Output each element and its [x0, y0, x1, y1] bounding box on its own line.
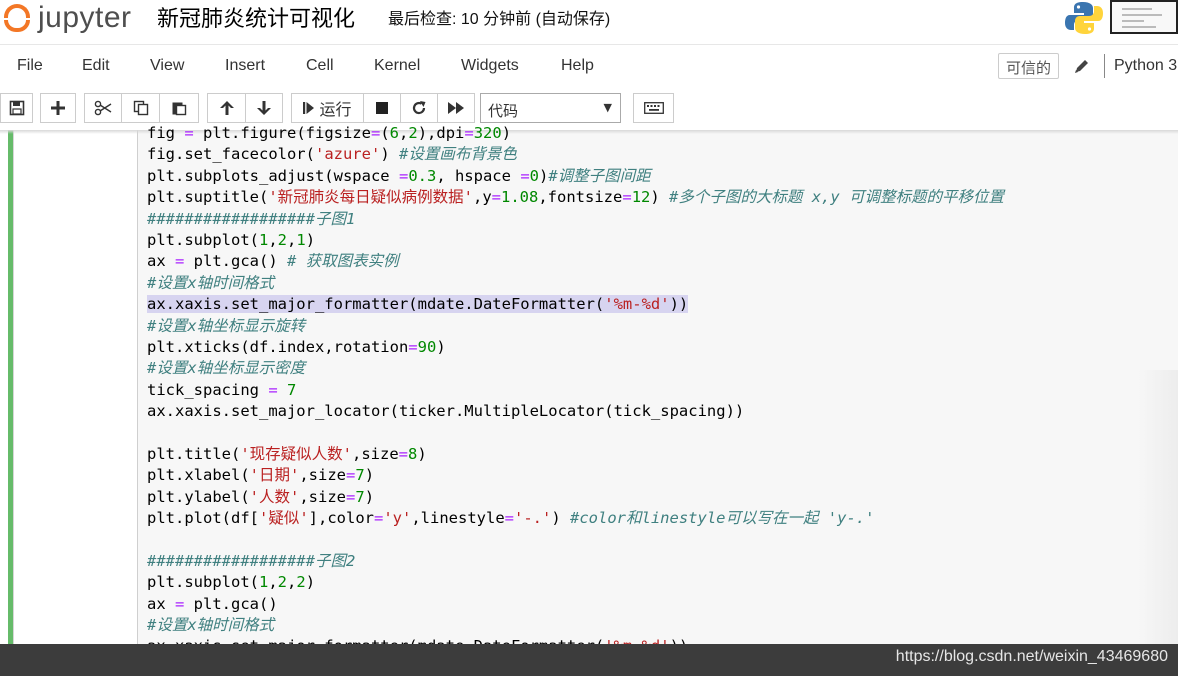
code-line[interactable]: plt.plot(df['疑似'],color='y',linestyle='-… — [147, 508, 1004, 529]
scissors-icon — [94, 100, 112, 116]
watermark-url: https://blog.csdn.net/weixin_43469680 — [895, 648, 1168, 665]
restart-button[interactable] — [400, 93, 438, 123]
paste-icon — [172, 102, 187, 116]
cell-type-select[interactable]: 代码 ▼ — [480, 93, 621, 123]
arrow-up-icon — [219, 101, 234, 115]
code-line[interactable]: plt.xlabel('日期',size=7) — [147, 465, 1004, 486]
command-palette-button[interactable] — [633, 93, 674, 123]
menu-insert[interactable]: Insert — [225, 57, 265, 75]
menu-widgets[interactable]: Widgets — [461, 57, 519, 75]
run-button[interactable]: 运行 — [291, 93, 364, 123]
code-editor[interactable]: fig = plt.figure(figsize=(6,2),dpi=320) f… — [147, 123, 1004, 658]
code-line[interactable]: plt.ylabel('人数',size=7) — [147, 487, 1004, 508]
menu-cell[interactable]: Cell — [306, 57, 334, 75]
checkpoint-status: 最后检查: 10 分钟前 (自动保存) — [388, 11, 611, 28]
bottom-bar: https://blog.csdn.net/weixin_43469680 — [0, 644, 1178, 676]
save-icon — [9, 100, 24, 116]
paste-button[interactable] — [159, 93, 199, 123]
kernel-separator — [1104, 54, 1105, 78]
pencil-icon[interactable] — [1073, 57, 1091, 75]
stop-icon — [376, 102, 388, 114]
menu-view[interactable]: View — [150, 57, 184, 75]
step-forward-icon — [303, 102, 315, 114]
fast-forward-icon — [448, 102, 464, 114]
keyboard-icon — [643, 102, 664, 114]
menu-file[interactable]: File — [17, 57, 43, 75]
menu-bar: File Edit View Insert Cell Kernel Widget… — [0, 45, 1178, 86]
cell-border — [13, 130, 14, 644]
arrow-down-icon — [257, 101, 271, 115]
code-line[interactable]: ##################子图1 — [147, 209, 1004, 230]
code-line[interactable]: plt.subplots_adjust(wspace =0.3, hspace … — [147, 166, 1004, 187]
trusted-badge[interactable]: 可信的 — [998, 53, 1060, 79]
code-line[interactable]: ax.xaxis.set_major_formatter(mdate.DateF… — [147, 294, 1004, 315]
code-line[interactable]: ax.xaxis.set_major_locator(ticker.Multip… — [147, 401, 1004, 422]
code-line[interactable]: ax = plt.gca() # 获取图表实例 — [147, 251, 1004, 272]
code-line[interactable]: ax = plt.gca() — [147, 594, 1004, 615]
copy-icon — [133, 100, 148, 116]
run-label: 运行 — [319, 102, 352, 119]
interrupt-button[interactable] — [363, 93, 401, 123]
copy-button[interactable] — [121, 93, 160, 123]
move-up-button[interactable] — [207, 93, 246, 123]
code-line[interactable]: ​ — [147, 529, 1004, 550]
logo-text: jupyter — [38, 1, 132, 34]
scroll-shadow — [1138, 370, 1178, 644]
notebook-title[interactable]: 新冠肺炎统计可视化 — [157, 1, 355, 33]
code-line[interactable]: plt.xticks(df.index,rotation=90) — [147, 337, 1004, 358]
insert-cell-button[interactable] — [40, 93, 76, 123]
code-line[interactable]: #设置x轴坐标显示旋转 — [147, 316, 1004, 337]
menu-help[interactable]: Help — [561, 57, 594, 75]
code-line[interactable]: plt.title('现存疑似人数',size=8) — [147, 444, 1004, 465]
window-thumbnail — [1110, 0, 1178, 34]
menu-kernel[interactable]: Kernel — [374, 57, 420, 75]
code-line[interactable]: plt.subplot(1,2,2) — [147, 572, 1004, 593]
jupyter-logo[interactable]: jupyter — [2, 0, 132, 36]
python-logo-icon — [1065, 2, 1103, 34]
refresh-icon — [412, 101, 426, 115]
code-line[interactable]: #设置x轴时间格式 — [147, 273, 1004, 294]
kernel-name[interactable]: Python 3 — [1114, 57, 1177, 75]
code-line[interactable]: fig.set_facecolor('azure') #设置画布背景色 — [147, 144, 1004, 165]
header: jupyter 新冠肺炎统计可视化 最后检查: 10 分钟前 (自动保存) — [0, 0, 1178, 44]
cell-type-value: 代码 — [488, 103, 519, 120]
code-line[interactable]: ##################子图2 — [147, 551, 1004, 572]
menu-edit[interactable]: Edit — [82, 57, 110, 75]
save-button[interactable] — [0, 93, 33, 123]
move-down-button[interactable] — [245, 93, 283, 123]
code-line[interactable]: fig = plt.figure(figsize=(6,2),dpi=320) — [147, 123, 1004, 144]
cut-button[interactable] — [84, 93, 122, 123]
code-line[interactable]: #设置x轴时间格式 — [147, 615, 1004, 636]
code-line[interactable]: #设置x轴坐标显示密度 — [147, 358, 1004, 379]
code-line[interactable]: plt.subplot(1,2,1) — [147, 230, 1004, 251]
restart-run-all-button[interactable] — [437, 93, 475, 123]
code-line[interactable]: tick_spacing = 7 — [147, 380, 1004, 401]
jupyter-logo-icon — [2, 2, 34, 34]
code-line[interactable]: plt.suptitle('新冠肺炎每日疑似病例数据',y=1.08,fonts… — [147, 187, 1004, 208]
plus-icon — [51, 101, 65, 115]
code-line[interactable]: ​ — [147, 422, 1004, 443]
caret-down-icon: ▼ — [603, 101, 612, 114]
